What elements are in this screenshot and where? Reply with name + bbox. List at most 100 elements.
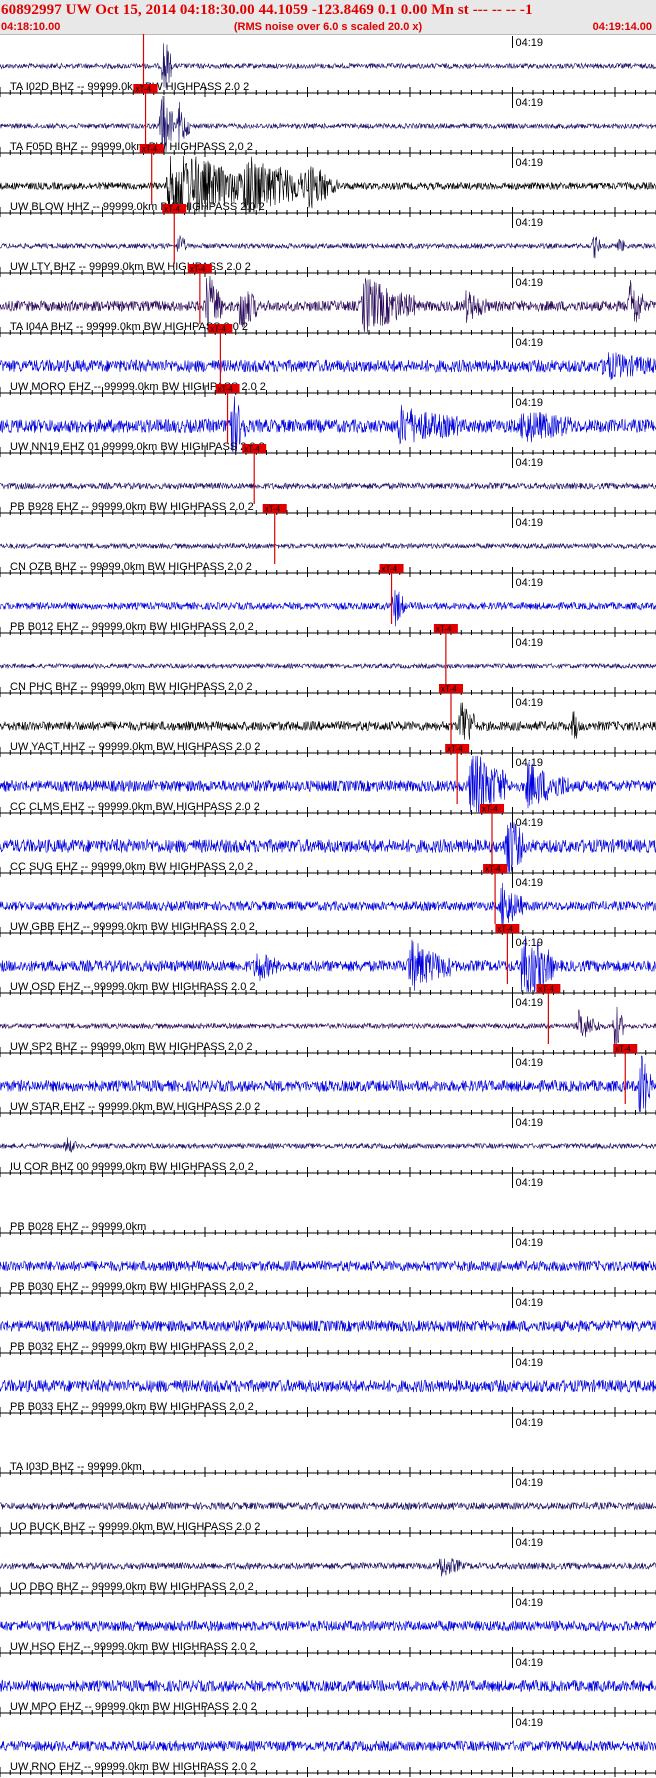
pick-label: xT-4 xyxy=(485,865,501,874)
waveform-trace xyxy=(0,1679,656,1693)
pick-label: xT-4 xyxy=(210,325,226,334)
rms-subtitle: (RMS noise over 6.0 s scaled 20.0 x) xyxy=(233,21,423,33)
station-label: PB B012 EHZ -- 99999.0km BW HIGHPASS 2.0… xyxy=(10,621,254,633)
tick-label: 04:19 xyxy=(516,937,544,949)
pick-label: xT-4 xyxy=(497,925,513,934)
pick-label: xT-4 xyxy=(482,805,498,814)
waveform-trace xyxy=(0,1619,656,1632)
station-label: UO DBO BHZ -- 99999.0km BW HIGHPASS 2.0 … xyxy=(10,1581,254,1593)
waveform-trace xyxy=(0,1739,656,1753)
station-label: CN PHC BHZ -- 99999.0km BW HIGHPASS 2.0 … xyxy=(10,681,252,693)
pick-label: xT-4 xyxy=(265,505,281,514)
tick-label: 04:19 xyxy=(516,1477,544,1489)
end-time-label: 04:19:14.00 xyxy=(592,21,652,33)
waveform-trace xyxy=(0,542,656,550)
station-trace-row: 04:19 UW MPO EHZ -- 99999.0km BW HIGHPASS… xyxy=(0,1656,656,1717)
tick-label: 04:19 xyxy=(516,877,544,889)
station-label: UW MPO EHZ -- 99999.0km BW HIGHPASS 2.0 … xyxy=(10,1701,257,1713)
tick-label: 04:19 xyxy=(516,1117,544,1129)
station-label: UW OSD EHZ -- 99999.0km BW HIGHPASS 2.0 … xyxy=(10,981,256,993)
waveform-trace xyxy=(0,702,656,740)
station-label: TA F05D BHZ -- 99999.0km BW HIGHPASS 2.0… xyxy=(10,141,253,153)
station-label: CC CLMS EHZ -- 99999.0km BW HIGHPASS 2.0… xyxy=(10,801,260,813)
waveform-trace xyxy=(0,1319,656,1333)
station-label: UW RNO EHZ -- 99999.0km BW HIGHPASS 2.0 … xyxy=(10,1761,256,1773)
tick-label: 04:19 xyxy=(516,397,544,409)
tick-label: 04:19 xyxy=(516,1237,544,1249)
station-label: UW STAR EHZ -- 99999.0km BW HIGHPASS 2.0… xyxy=(10,1101,260,1113)
pick-label: xT-4 xyxy=(538,985,554,994)
pick-label: xT-4 xyxy=(436,625,452,634)
station-label: PB B032 EHZ -- 99999.0km BW HIGHPASS 2.0… xyxy=(10,1341,254,1353)
tick-label: 04:19 xyxy=(516,97,544,109)
event-title: 60892997 UW Oct 15, 2014 04:18:30.00 44.… xyxy=(1,2,533,18)
station-trace-row: 04:19 PB B033 EHZ -- 99999.0km BW HIGHPAS… xyxy=(0,1356,656,1417)
tick-label: 04:19 xyxy=(516,157,544,169)
pick-label: xT-4 xyxy=(615,1045,631,1054)
station-label: UW GBB EHZ -- 99999.0km BW HIGHPASS 2.0 … xyxy=(10,921,255,933)
tick-label: 04:19 xyxy=(516,1657,544,1669)
station-trace-row: 04:19 PB B030 EHZ -- 99999.0km BW HIGHPAS… xyxy=(0,1236,656,1297)
pick-label: xT-4 xyxy=(218,385,234,394)
plot-header: 60892997 UW Oct 15, 2014 04:18:30.00 44.… xyxy=(0,0,656,35)
tick-label: 04:19 xyxy=(516,457,544,469)
tick-label: 04:19 xyxy=(516,517,544,529)
station-label: PB B030 EHZ -- 99999.0km BW HIGHPASS 2.0… xyxy=(10,1281,254,1293)
tick-label: 04:19 xyxy=(516,1057,544,1069)
tick-label: 04:19 xyxy=(516,1717,544,1729)
station-label: CN OZB BHZ -- 99999.0km BW HIGHPASS 2.0 … xyxy=(10,561,252,573)
waveform-trace xyxy=(0,1137,656,1153)
tick-label: 04:19 xyxy=(516,1537,544,1549)
waveform-trace xyxy=(0,235,656,259)
tick-label: 04:19 xyxy=(516,1297,544,1309)
tick-label: 04:19 xyxy=(516,37,544,49)
station-trace-row: 04:19 TA I02D BHZ -- 99999.0km BW HIGHPAS… xyxy=(0,34,656,97)
pick-label: xT-4 xyxy=(382,565,398,574)
station-trace-row: 04:19 UO DBO BHZ -- 99999.0km BW HIGHPASS… xyxy=(0,1536,656,1597)
station-label: UW NN19 EHZ 01 99999.0km BW HIGHPASS 2.0… xyxy=(10,441,265,453)
seismogram-plot: 04:19 TA I02D BHZ -- 99999.0km BW HIGHPAS… xyxy=(0,34,656,1777)
pick-label: xT-4 xyxy=(447,745,463,754)
station-label: IU COR BHZ 00 99999.0km BW HIGHPASS 2.0 … xyxy=(10,1161,254,1173)
waveform-trace xyxy=(0,1259,656,1273)
waveform-trace xyxy=(0,352,656,381)
waveform-trace xyxy=(0,1558,656,1577)
tick-label: 04:19 xyxy=(516,1597,544,1609)
pick-label: xT-4 xyxy=(136,85,152,94)
tick-label: 04:19 xyxy=(516,697,544,709)
station-label: UW LTY BHZ -- 99999.0km BW HIGHPASS 2.0 … xyxy=(10,261,251,273)
station-label: UW BLOW HHZ -- 99999.0km BW HIGHPASS 2.0… xyxy=(10,201,265,213)
station-trace-row: 04:19 TA I03D BHZ -- 99999.0km xyxy=(0,1416,656,1477)
station-trace-row: 04:19 UO BUCK BHZ -- 99999.0km BW HIGHPAS… xyxy=(0,1476,656,1537)
tick-label: 04:19 xyxy=(516,1417,544,1429)
waveform-trace xyxy=(0,1379,656,1394)
station-label: UW HSO EHZ -- 99999.0km BW HIGHPASS 2.0 … xyxy=(10,1641,256,1653)
pick-label: xT-4 xyxy=(164,205,180,214)
station-trace-row: 04:19 PB B032 EHZ -- 99999.0km BW HIGHPAS… xyxy=(0,1296,656,1357)
station-label: CC SUG EHZ -- 99999.0km BW HIGHPASS 2.0 … xyxy=(10,861,253,873)
station-label: TA I03D BHZ -- 99999.0km xyxy=(10,1461,142,1473)
waveform-trace xyxy=(0,1501,656,1511)
tick-label: 04:19 xyxy=(516,637,544,649)
station-trace-row: 04:19 PB B028 EHZ -- 99999.0km xyxy=(0,1176,656,1237)
pick-label: xT-4 xyxy=(244,445,260,454)
waveform-trace xyxy=(0,662,656,670)
station-label: PB B928 EHZ -- 99999.0km BW HIGHPASS 2.0… xyxy=(10,501,254,513)
station-label: UW YACT HHZ -- 99999.0km BW HIGHPASS 2.0… xyxy=(10,741,260,753)
waveform-trace xyxy=(0,481,656,491)
station-label: PB B033 EHZ -- 99999.0km BW HIGHPASS 2.0… xyxy=(10,1401,254,1413)
station-label: TA I02D BHZ -- 99999.0km BW HIGHPASS 2.0… xyxy=(10,81,249,93)
tick-label: 04:19 xyxy=(516,277,544,289)
station-label: UO BUCK BHZ -- 99999.0km BW HIGHPASS 2.0… xyxy=(10,1521,260,1533)
station-label: UW SP2 BHZ -- 99999.0km BW HIGHPASS 2.0 … xyxy=(10,1041,252,1053)
tick-label: 04:19 xyxy=(516,1177,544,1189)
tick-label: 04:19 xyxy=(516,337,544,349)
tick-label: 04:19 xyxy=(516,817,544,829)
pick-label: xT-4 xyxy=(190,265,206,274)
pick-label: xT-4 xyxy=(142,145,158,154)
pick-label: xT-4 xyxy=(441,685,457,694)
station-trace-row: 04:19 UW RNO EHZ -- 99999.0km BW HIGHPASS… xyxy=(0,1716,656,1777)
tick-label: 04:19 xyxy=(516,577,544,589)
tick-label: 04:19 xyxy=(516,997,544,1009)
tick-label: 04:19 xyxy=(516,217,544,229)
